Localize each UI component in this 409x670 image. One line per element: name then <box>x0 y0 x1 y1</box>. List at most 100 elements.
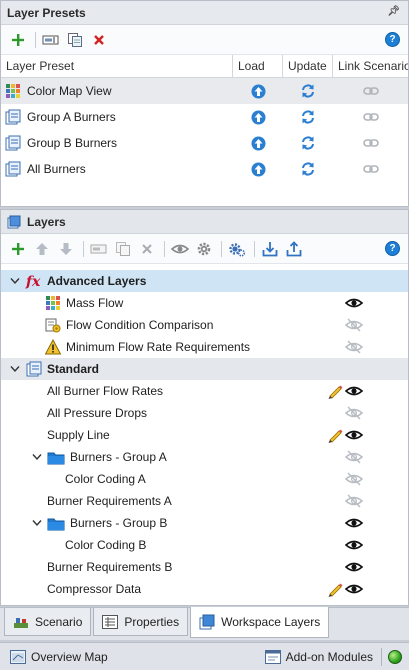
chevron-down-icon[interactable] <box>31 451 43 463</box>
eye-icon[interactable] <box>345 384 363 398</box>
link-scenario-button[interactable] <box>333 112 408 122</box>
help-icon[interactable]: ? <box>385 32 400 47</box>
layer-label: Burner Requirements A <box>47 494 172 508</box>
update-preset-button[interactable] <box>283 135 333 151</box>
add-preset-button[interactable] <box>7 29 29 51</box>
load-preset-button[interactable] <box>233 162 283 177</box>
pin-icon[interactable]: 📌︎ <box>387 6 400 17</box>
layer-row[interactable]: Flow Condition Comparison <box>1 314 408 336</box>
layer-row[interactable]: Mass Flow <box>1 292 408 314</box>
link-scenario-button[interactable] <box>333 138 408 148</box>
layer-settings-button[interactable] <box>193 238 215 260</box>
layer-row[interactable]: Minimum Flow Rate Requirements <box>1 336 408 358</box>
preset-row[interactable]: Group A Burners <box>1 104 408 130</box>
move-up-button[interactable] <box>31 238 53 260</box>
layer-row[interactable]: Burners - Group B <box>1 512 408 534</box>
preset-name-cell[interactable]: Color Map View <box>1 83 233 99</box>
edit-pencil-icon[interactable] <box>327 383 343 399</box>
colormap-icon <box>5 83 21 99</box>
preset-name-cell[interactable]: All Burners <box>1 161 233 177</box>
chevron-down-icon[interactable] <box>31 517 43 529</box>
layer-row[interactable]: Compressor Data <box>1 578 408 600</box>
eye-icon[interactable] <box>345 582 363 596</box>
update-preset-button[interactable] <box>283 109 333 125</box>
update-preset-button[interactable] <box>283 161 333 177</box>
layer-row[interactable]: Supply Line <box>1 424 408 446</box>
edit-pencil-icon[interactable] <box>327 581 343 597</box>
column-header-update[interactable]: Update <box>283 55 333 77</box>
eye-off-icon[interactable] <box>345 340 363 354</box>
layer-row[interactable]: Color Coding A <box>1 468 408 490</box>
presets-grid-header: Layer Preset Load Update Link Scenario <box>1 55 408 78</box>
eye-off-icon[interactable] <box>345 318 363 332</box>
rename-preset-button[interactable] <box>40 29 62 51</box>
delete-preset-button[interactable] <box>88 29 110 51</box>
load-arrow-icon <box>251 84 266 99</box>
warning-icon <box>45 339 61 355</box>
toggle-visibility-button[interactable] <box>169 238 191 260</box>
layer-group-row[interactable]: Standard <box>1 358 408 380</box>
link-scenario-button[interactable] <box>333 86 408 96</box>
column-header-load[interactable]: Load <box>233 55 283 77</box>
preset-row[interactable]: Color Map View <box>1 78 408 104</box>
eye-icon[interactable] <box>345 538 363 552</box>
properties-icon <box>102 614 119 629</box>
eye-off-icon[interactable] <box>345 450 363 464</box>
delete-layer-button[interactable] <box>136 238 158 260</box>
copy-preset-button[interactable] <box>64 29 86 51</box>
layer-row[interactable]: Burner Requirements B <box>1 556 408 578</box>
layer-label: Compressor Data <box>47 582 142 596</box>
preset-name-cell[interactable]: Group B Burners <box>1 135 233 151</box>
preset-row[interactable]: Group B Burners <box>1 130 408 156</box>
layer-label: Flow Condition Comparison <box>66 318 214 332</box>
import-icon <box>262 241 278 256</box>
eye-off-icon[interactable] <box>345 494 363 508</box>
chevron-down-icon[interactable] <box>9 275 21 287</box>
help-icon[interactable]: ? <box>385 241 400 256</box>
chevron-down-icon[interactable] <box>9 363 21 375</box>
eye-icon[interactable] <box>345 428 363 442</box>
toolbar-separator <box>35 31 36 48</box>
addon-modules-label: Add-on Modules <box>285 649 373 664</box>
layer-row[interactable]: Burner Requirements A <box>1 490 408 512</box>
eye-icon[interactable] <box>345 516 363 530</box>
column-header-layer-preset[interactable]: Layer Preset <box>1 55 233 77</box>
layer-row[interactable]: Burners - Group A <box>1 446 408 468</box>
load-preset-button[interactable] <box>233 136 283 151</box>
load-preset-button[interactable] <box>233 84 283 99</box>
preset-row[interactable]: All Burners <box>1 156 408 182</box>
layer-row[interactable]: All Pressure Drops <box>1 402 408 424</box>
rename-icon <box>90 244 107 253</box>
tab-scenario[interactable]: Scenario <box>4 608 92 636</box>
preset-name: Color Map View <box>27 84 112 98</box>
export-layer-button[interactable] <box>283 238 305 260</box>
import-layer-button[interactable] <box>259 238 281 260</box>
link-scenario-button[interactable] <box>333 164 408 174</box>
toolbar-separator <box>83 240 84 257</box>
eye-icon[interactable] <box>345 296 363 310</box>
layer-options-button[interactable] <box>226 238 248 260</box>
add-layer-button[interactable] <box>7 238 29 260</box>
layer-row[interactable]: Color Coding B <box>1 534 408 556</box>
load-preset-button[interactable] <box>233 110 283 125</box>
overview-map-button[interactable]: Overview Map <box>10 649 108 664</box>
move-down-button[interactable] <box>55 238 77 260</box>
rename-icon <box>42 35 59 44</box>
update-preset-button[interactable] <box>283 83 333 99</box>
edit-pencil-icon[interactable] <box>327 427 343 443</box>
tab-workspace-layers[interactable]: Workspace Layers <box>190 607 330 638</box>
eye-off-icon[interactable] <box>345 406 363 420</box>
tab-properties[interactable]: Properties <box>93 608 189 636</box>
layer-group-row[interactable]: fx Advanced Layers <box>1 270 408 292</box>
preset-name-cell[interactable]: Group A Burners <box>1 109 233 125</box>
eye-off-icon[interactable] <box>345 472 363 486</box>
addon-modules-button[interactable]: Add-on Modules <box>264 649 373 664</box>
copy-layer-button[interactable] <box>112 238 134 260</box>
layer-row[interactable]: All Burner Flow Rates <box>1 380 408 402</box>
layer-group-label: Advanced Layers <box>47 274 147 288</box>
refresh-icon <box>300 135 316 151</box>
rename-layer-button[interactable] <box>88 238 110 260</box>
eye-icon[interactable] <box>345 560 363 574</box>
layer-doc-icon <box>5 161 21 177</box>
column-header-link-scenario[interactable]: Link Scenario <box>333 55 408 77</box>
